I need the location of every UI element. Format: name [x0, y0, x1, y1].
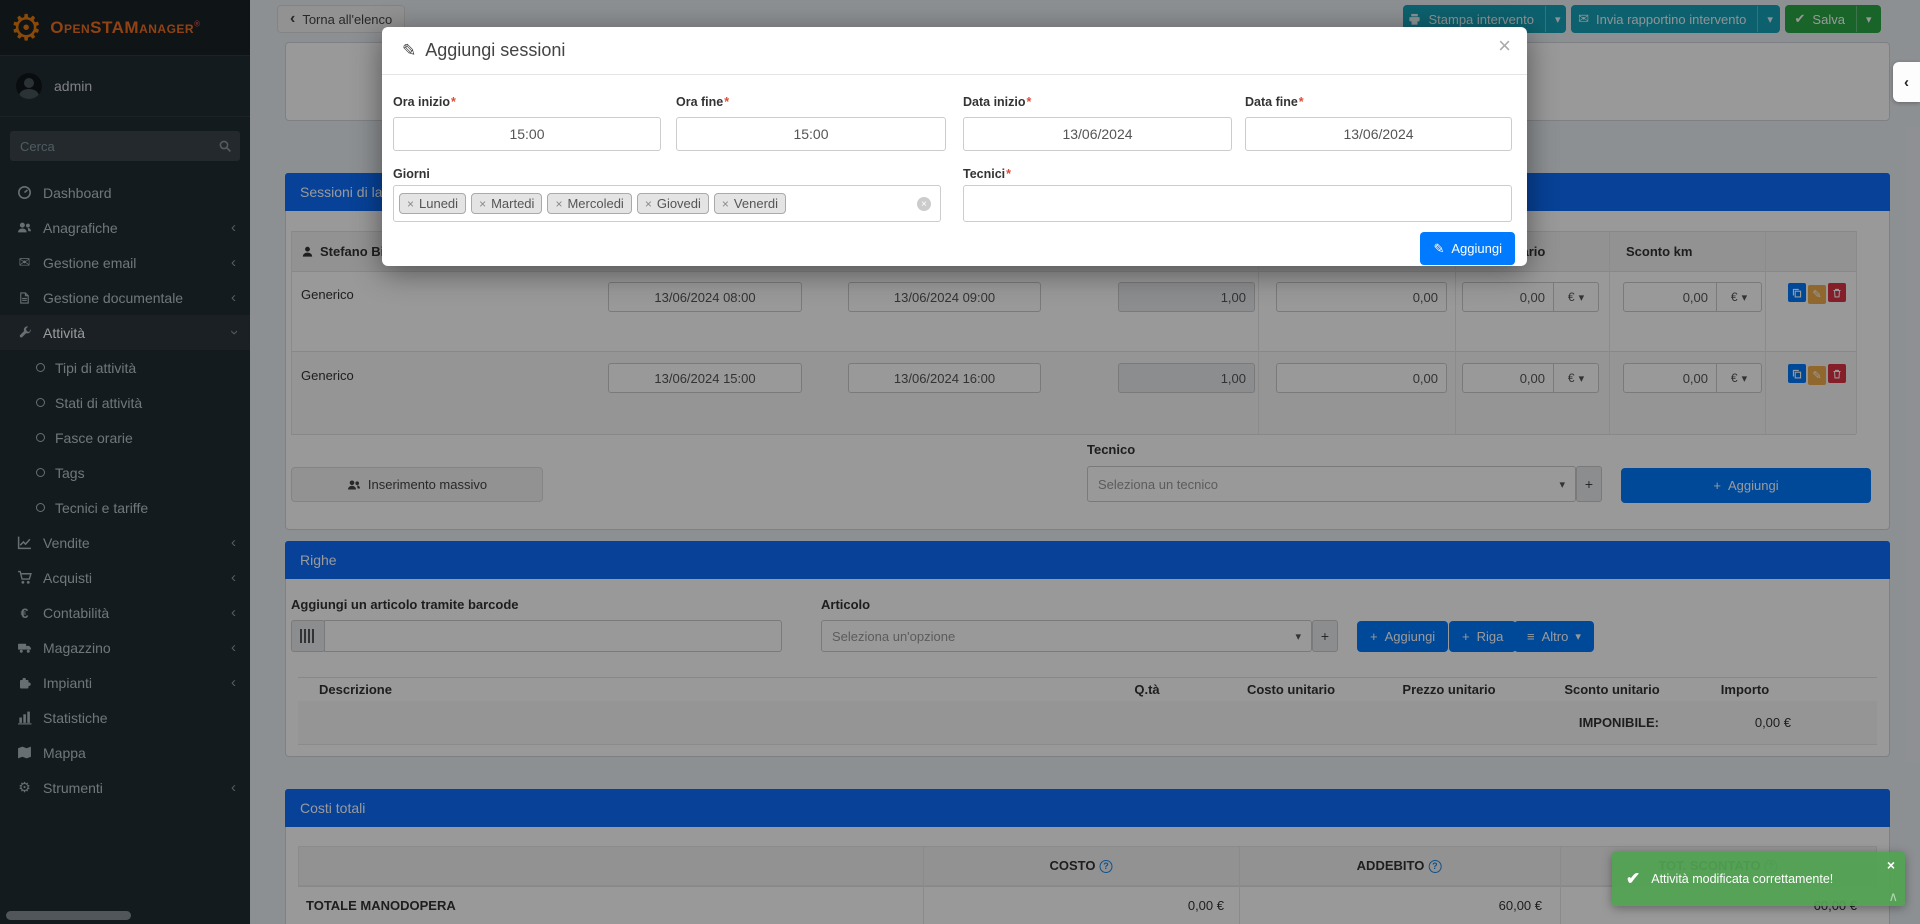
tecnici-input[interactable] — [963, 185, 1512, 222]
ora-inizio-input[interactable]: 15:00 — [393, 117, 661, 151]
chevron-left-icon: ‹ — [1904, 74, 1909, 91]
data-inizio-input[interactable]: 13/06/2024 — [963, 117, 1232, 151]
success-toast[interactable]: ✔ Attività modificata correttamente! × ∧ — [1612, 852, 1905, 906]
giorni-tag: ×Mercoledi — [547, 193, 631, 214]
data-inizio-label: Data inizio — [963, 95, 1031, 109]
toast-message: Attività modificata correttamente! — [1651, 872, 1833, 886]
remove-tag-icon[interactable]: × — [479, 197, 486, 211]
giorni-tag: ×Martedi — [471, 193, 542, 214]
modal-header: ✎ Aggiungi sessioni — [382, 27, 1527, 75]
modal-submit-button[interactable]: ✎ Aggiungi — [1420, 232, 1515, 265]
remove-tag-icon[interactable]: × — [722, 197, 729, 211]
clear-selection-icon[interactable]: × — [917, 197, 931, 211]
giorni-tag: ×Venerdi — [714, 193, 786, 214]
giorni-label: Giorni — [393, 167, 430, 181]
chevron-up-icon: ∧ — [1888, 889, 1898, 905]
giorni-multiselect[interactable]: ×Lunedi ×Martedi ×Mercoledi ×Giovedi ×Ve… — [393, 185, 941, 222]
app-screen: ⚙ OpenSTAManager® admin Dashboard Anagra… — [0, 0, 1920, 924]
close-icon[interactable]: × — [1498, 35, 1511, 57]
giorni-tag: ×Lunedi — [399, 193, 466, 214]
check-icon: ✔ — [1626, 869, 1640, 889]
widgets-panel-toggle[interactable]: ‹ — [1893, 62, 1920, 102]
tecnici-label: Tecnici — [963, 167, 1011, 181]
modal-title: Aggiungi sessioni — [425, 40, 565, 61]
ora-fine-label: Ora fine — [676, 95, 729, 109]
data-fine-label: Data fine — [1245, 95, 1304, 109]
data-fine-input[interactable]: 13/06/2024 — [1245, 117, 1512, 151]
add-sessions-modal: ✎ Aggiungi sessioni × Ora inizio Ora fin… — [382, 27, 1527, 266]
ora-inizio-label: Ora inizio — [393, 95, 456, 109]
pencil-icon: ✎ — [402, 41, 416, 61]
close-icon[interactable]: × — [1887, 857, 1895, 873]
remove-tag-icon[interactable]: × — [645, 197, 652, 211]
remove-tag-icon[interactable]: × — [555, 197, 562, 211]
ora-fine-input[interactable]: 15:00 — [676, 117, 946, 151]
giorni-tag: ×Giovedi — [637, 193, 709, 214]
remove-tag-icon[interactable]: × — [407, 197, 414, 211]
pencil-square-icon: ✎ — [1433, 241, 1444, 257]
